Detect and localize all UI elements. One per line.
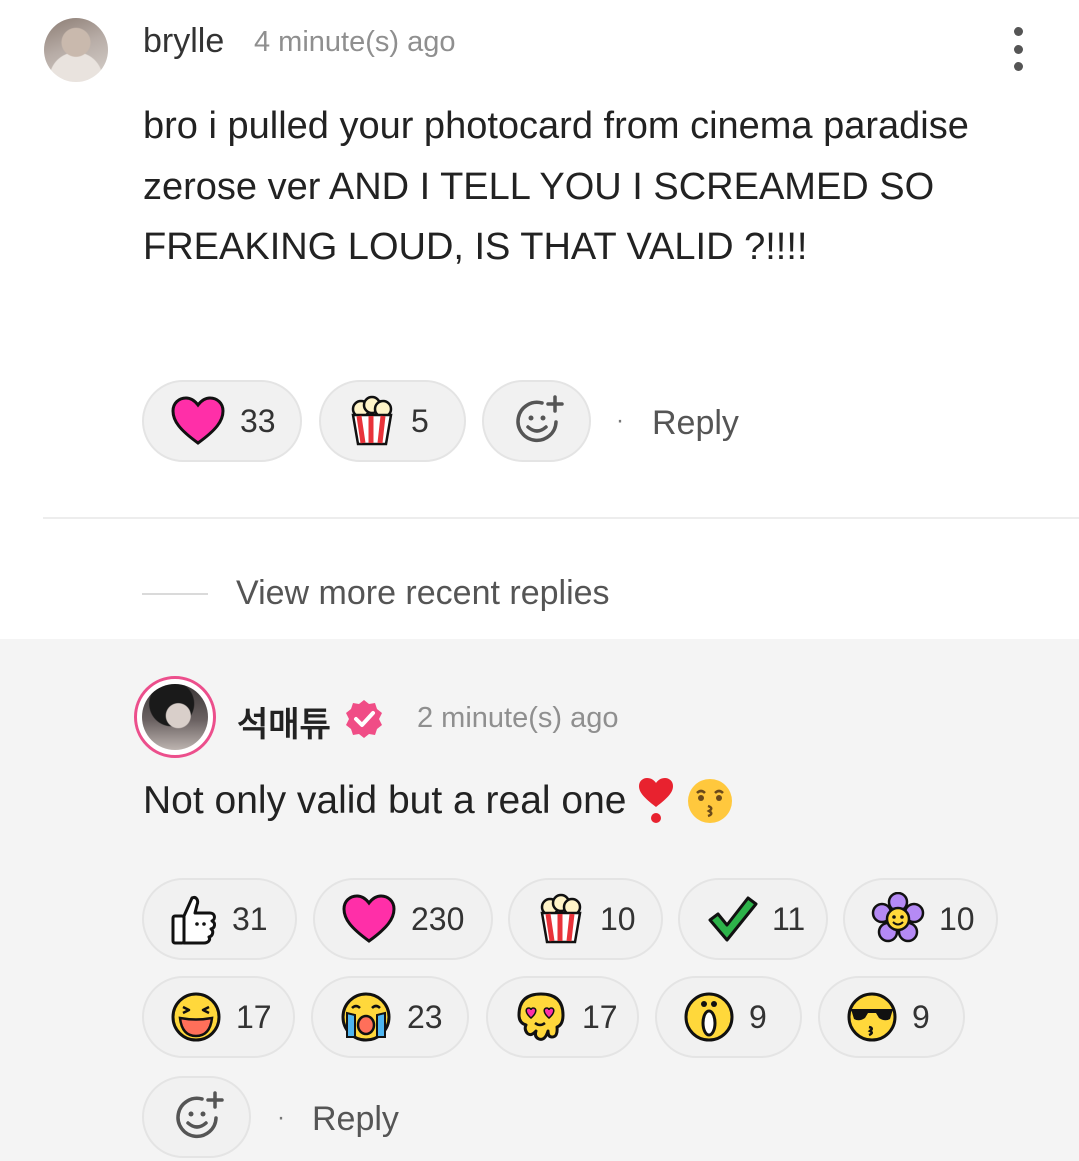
reaction-count: 5: [411, 402, 429, 439]
reaction-heart[interactable]: 230: [313, 878, 493, 960]
divider: [43, 517, 1079, 519]
reply-button[interactable]: Reply: [652, 404, 739, 443]
thumbs-up-icon: [171, 896, 216, 945]
reaction-count: 11: [772, 900, 806, 937]
reply-timestamp: 2 minute(s) ago: [417, 702, 619, 734]
comment-text: bro i pulled your photocard from cinema …: [143, 105, 969, 268]
reaction-popcorn[interactable]: 10: [508, 878, 663, 960]
reaction-count: 17: [236, 998, 272, 1035]
reply-username[interactable]: 석매튜: [237, 697, 331, 746]
reaction-thumbs-up[interactable]: 31: [142, 878, 297, 960]
reaction-laughing[interactable]: 17: [142, 976, 295, 1058]
separator-dot: ·: [616, 407, 624, 434]
add-reaction-icon: [516, 395, 564, 443]
crying-face-icon: [341, 992, 391, 1042]
reply-text: Not only valid but a real one: [143, 779, 627, 822]
heart-exclamation-icon: [639, 778, 674, 823]
view-more-replies-link[interactable]: View more recent replies: [236, 574, 610, 613]
check-mark-icon: [708, 896, 758, 942]
shocked-face-icon: [684, 992, 734, 1042]
add-reaction-button[interactable]: [142, 1076, 251, 1158]
reaction-popcorn[interactable]: 5: [319, 380, 466, 462]
popcorn-icon: [351, 395, 393, 446]
divider: [142, 593, 208, 595]
heart-icon: [342, 894, 396, 943]
reaction-shocked[interactable]: 9: [655, 976, 802, 1058]
reaction-count: 33: [240, 402, 276, 439]
comment-timestamp: 4 minute(s) ago: [254, 26, 456, 58]
kissing-face-icon: [688, 779, 733, 823]
more-options-icon[interactable]: [1002, 24, 1034, 74]
reaction-count: 17: [582, 998, 618, 1035]
reaction-count: 10: [600, 900, 636, 937]
add-reaction-icon: [176, 1091, 224, 1139]
reply-text-row: Not only valid but a real one: [143, 777, 734, 825]
avatar[interactable]: [44, 18, 108, 82]
reaction-count: 23: [407, 998, 443, 1035]
reaction-count: 31: [232, 900, 268, 937]
verified-badge-icon: [346, 700, 382, 738]
separator-dot: ·: [277, 1104, 285, 1131]
heart-icon: [171, 396, 225, 445]
reaction-count: 230: [411, 900, 465, 937]
reaction-heart-eyes[interactable]: 17: [486, 976, 639, 1058]
reply-button[interactable]: Reply: [312, 1100, 399, 1139]
reaction-flower[interactable]: 10: [843, 878, 998, 960]
reaction-heart[interactable]: 33: [142, 380, 302, 462]
avatar[interactable]: [134, 676, 216, 758]
reaction-crying[interactable]: 23: [311, 976, 469, 1058]
reaction-sunglasses[interactable]: 9: [818, 976, 965, 1058]
comment-username[interactable]: brylle: [143, 22, 224, 61]
flower-icon: [871, 892, 925, 943]
reaction-count: 9: [749, 998, 767, 1035]
add-reaction-button[interactable]: [482, 380, 591, 462]
reaction-check[interactable]: 11: [678, 878, 828, 960]
laughing-face-icon: [171, 992, 221, 1042]
reaction-count: 9: [912, 998, 930, 1035]
reaction-count: 10: [939, 900, 975, 937]
heart-eyes-melting-icon: [517, 992, 565, 1041]
sunglasses-face-icon: [847, 992, 897, 1042]
popcorn-icon: [540, 893, 582, 944]
